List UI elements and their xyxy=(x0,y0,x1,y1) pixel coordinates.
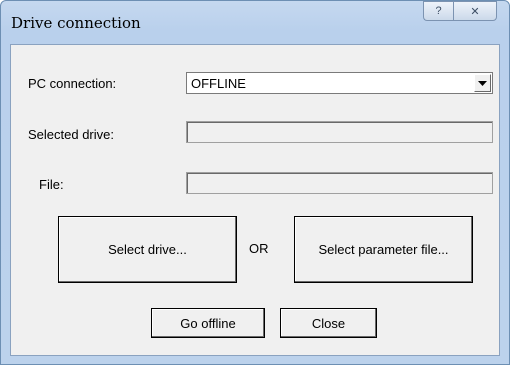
caption-buttons: ? ✕ xyxy=(423,1,497,21)
title-bar[interactable]: Drive connection ? ✕ xyxy=(1,1,509,45)
pc-connection-value: OFFLINE xyxy=(191,76,246,91)
pc-connection-label: PC connection: xyxy=(28,76,117,91)
file-field xyxy=(186,172,493,194)
dropdown-button[interactable] xyxy=(474,74,491,92)
question-mark-icon: ? xyxy=(435,5,442,17)
dialog-title: Drive connection xyxy=(11,14,141,32)
dialog-client-area: PC connection: OFFLINE Selected drive: F… xyxy=(10,44,500,356)
or-label: OR xyxy=(249,241,269,256)
drive-connection-dialog: Drive connection ? ✕ PC connection: OFFL… xyxy=(0,0,510,365)
selected-drive-label: Selected drive: xyxy=(28,127,114,142)
chevron-down-icon xyxy=(478,80,487,86)
select-drive-button[interactable]: Select drive... xyxy=(58,216,237,283)
file-label: File: xyxy=(39,177,64,192)
pc-connection-dropdown[interactable]: OFFLINE xyxy=(186,72,493,94)
selected-drive-field xyxy=(186,121,493,143)
help-button[interactable]: ? xyxy=(423,1,453,21)
close-button[interactable]: Close xyxy=(280,308,377,338)
go-offline-button[interactable]: Go offline xyxy=(151,308,265,338)
close-window-button[interactable]: ✕ xyxy=(453,1,497,21)
select-parameter-file-button[interactable]: Select parameter file... xyxy=(294,216,473,283)
close-icon: ✕ xyxy=(470,5,480,18)
